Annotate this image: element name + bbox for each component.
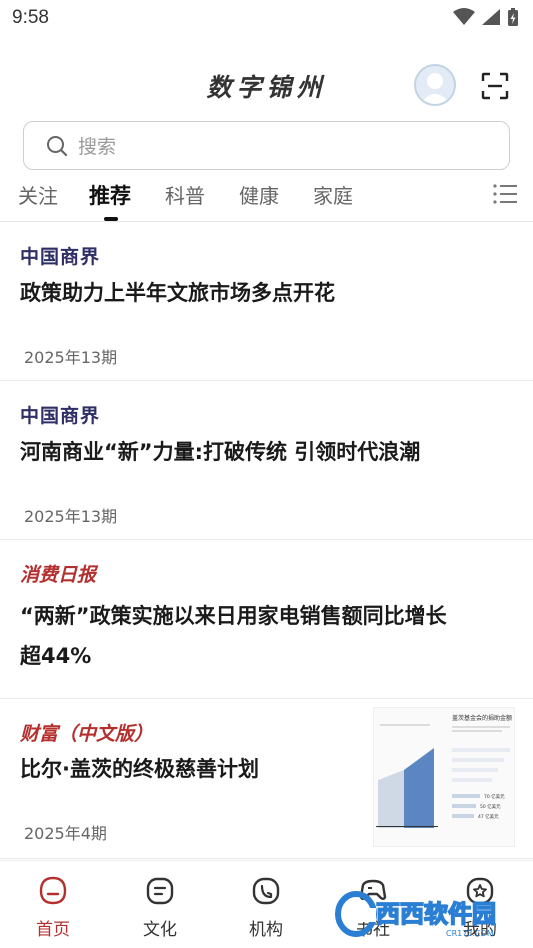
- search-input[interactable]: 搜索: [23, 121, 510, 170]
- battery-icon: [508, 8, 518, 26]
- status-bar: 9:58: [0, 0, 533, 38]
- article-source: 中国商界: [20, 405, 101, 427]
- site-watermark: 西西软件园 CR173.COM: [335, 891, 497, 938]
- nav-institution[interactable]: 机构: [226, 875, 306, 940]
- article-source: 财富（中文版）: [20, 723, 154, 745]
- channel-menu-icon[interactable]: [492, 182, 518, 206]
- institution-icon: [252, 877, 280, 905]
- article-card[interactable]: 中国商界 政策助力上半年文旅市场多点开花 2025年13期: [0, 222, 533, 381]
- status-icons: [453, 7, 519, 27]
- article-title-line: 超44%: [20, 644, 92, 668]
- article-thumbnail: 盖茨基金会的捐助金额 70 亿美元 50 亿美元 47 亿美元: [373, 707, 515, 847]
- article-date: 2025年13期: [24, 507, 118, 526]
- article-title: 比尔·盖茨的终极慈善计划: [20, 757, 259, 781]
- article-card[interactable]: 消费日报 “两新”政策实施以来日用家电销售额同比增长 超44%: [0, 540, 533, 699]
- scan-icon[interactable]: [481, 72, 509, 100]
- nav-home[interactable]: 首页: [13, 875, 93, 940]
- article-card[interactable]: 中国商界 河南商业“新”力量:打破传统 引领时代浪潮 2025年13期: [0, 381, 533, 540]
- thumb-caption: 盖茨基金会的捐助金额: [452, 714, 512, 722]
- search-icon: [47, 135, 68, 156]
- active-tab-indicator: [104, 217, 118, 221]
- article-feed: 中国商界 政策助力上半年文旅市场多点开花 2025年13期 中国商界 河南商业“…: [0, 222, 533, 859]
- watermark-text: 西西软件园: [376, 900, 496, 928]
- tab-science[interactable]: 科普: [165, 180, 205, 209]
- app-header: 数字锦州: [0, 56, 533, 116]
- signal-icon: [482, 9, 500, 25]
- article-title: 河南商业“新”力量:打破传统 引领时代浪潮: [20, 440, 421, 464]
- article-source: 中国商界: [20, 246, 101, 268]
- watermark-subtext: CR173.COM: [446, 929, 494, 938]
- thumb-bar-label: 47 亿美元: [478, 813, 499, 820]
- thumb-bar-label: 50 亿美元: [480, 803, 501, 810]
- tab-recommend[interactable]: 推荐: [89, 180, 131, 210]
- article-source: 消费日报: [20, 564, 97, 586]
- status-time: 9:58: [12, 7, 49, 28]
- avatar[interactable]: [414, 64, 456, 106]
- tab-health[interactable]: 健康: [239, 180, 279, 209]
- home-icon: [39, 876, 67, 905]
- tab-family[interactable]: 家庭: [313, 180, 353, 209]
- thumbnail-infographic: 盖茨基金会的捐助金额 70 亿美元 50 亿美元 47 亿美元: [374, 708, 514, 846]
- wifi-icon: [453, 8, 475, 25]
- article-date: 2025年13期: [24, 348, 118, 367]
- article-card[interactable]: 财富（中文版） 比尔·盖茨的终极慈善计划 2025年4期 盖茨基金会的捐助金额 …: [0, 699, 533, 859]
- search-placeholder: 搜索: [78, 136, 117, 158]
- thumb-bar-label: 70 亿美元: [484, 793, 505, 800]
- article-title-line: “两新”政策实施以来日用家电销售额同比增长: [20, 604, 447, 628]
- article-date: 2025年4期: [24, 824, 107, 843]
- tab-follow[interactable]: 关注: [18, 180, 58, 209]
- category-tabs: 关注 推荐 科普 健康 家庭: [0, 176, 533, 222]
- nav-label: 机构: [249, 920, 283, 940]
- culture-icon: [146, 877, 174, 905]
- nav-label: 文化: [143, 920, 177, 940]
- user-avatar-icon: [420, 73, 450, 104]
- article-title: 政策助力上半年文旅市场多点开花: [20, 281, 335, 305]
- nav-culture[interactable]: 文化: [120, 875, 200, 940]
- nav-label: 首页: [36, 920, 70, 940]
